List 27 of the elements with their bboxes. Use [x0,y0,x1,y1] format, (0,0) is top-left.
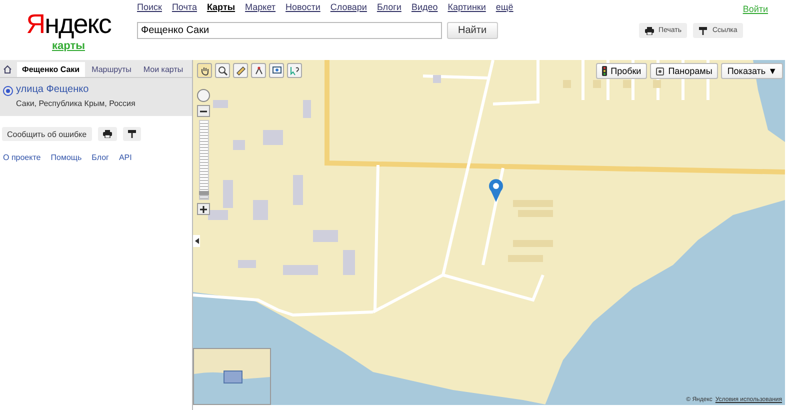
tab[interactable]: Фещенко Саки [17,62,85,77]
search-button[interactable]: Найти [447,22,498,39]
traffic-button[interactable]: Пробки [596,63,648,79]
tab[interactable]: Маршруты [86,62,136,77]
nav-link[interactable]: Новости [286,2,320,16]
nav-link[interactable]: Карты [206,2,236,16]
footer-link[interactable]: Блог [92,153,109,162]
show-dropdown[interactable]: Показать ▼ [721,63,783,79]
result-address: Саки, Республика Крым, Россия [16,99,136,108]
panorama-button[interactable]: Панорамы [650,63,718,79]
footer-link[interactable]: API [118,153,132,162]
nav-link[interactable]: Видео [411,2,438,16]
result-title[interactable]: улица Фещенко [16,84,136,95]
logo[interactable]: Яндекс [26,10,111,38]
footer-link[interactable]: О проекте [3,153,41,162]
footer-link[interactable]: Помощь [50,153,82,162]
nav-link[interactable]: Блоги [376,2,402,16]
nav-link[interactable]: Картинки [448,2,486,16]
report-error-button[interactable]: Сообщить об ошибке [2,127,92,141]
tab[interactable]: Мои карты [138,62,188,77]
nav-link[interactable]: Поиск [137,2,162,16]
nav-link[interactable]: Словари [330,2,367,16]
nav-link[interactable]: Маркет [245,2,276,16]
nav-link[interactable]: Почта [172,2,197,16]
search-field[interactable]: Фещенко Саки [137,22,442,39]
search-result[interactable]: улица Фещенко Саки, Республика Крым, Россия [0,78,192,116]
nav-link[interactable]: ещё [496,2,514,16]
